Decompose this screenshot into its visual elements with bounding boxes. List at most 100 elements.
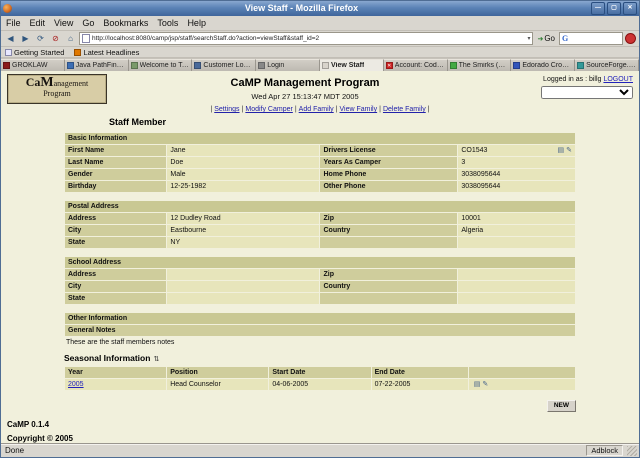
sheet-icon[interactable]: ▤ bbox=[474, 381, 481, 388]
seasonal-table: Year Position Start Date End Date 2005 Head C… bbox=[64, 366, 576, 391]
logo-text-suffix: anagement bbox=[53, 79, 89, 88]
tab-edorado-crossroa[interactable]: Edorado Crossroa... bbox=[511, 59, 576, 71]
search-bar[interactable]: G bbox=[559, 32, 623, 45]
close-button[interactable]: ✕ bbox=[623, 2, 637, 15]
adblock-icon[interactable] bbox=[625, 33, 636, 44]
search-input[interactable] bbox=[570, 33, 620, 44]
table-row: Other Information bbox=[65, 313, 575, 324]
field-label: Home Phone bbox=[320, 169, 458, 180]
menu-help[interactable]: Help bbox=[187, 18, 206, 28]
tab-the-smirks-framew[interactable]: The Smirks (Framew... bbox=[447, 59, 512, 71]
staff-member-heading: Staff Member bbox=[109, 117, 167, 127]
tab-login[interactable]: Login bbox=[256, 59, 320, 71]
stop-button[interactable]: ⊘ bbox=[49, 33, 62, 45]
menu-bar: File Edit View Go Bookmarks Tools Help bbox=[1, 16, 639, 31]
quick-nav-select[interactable] bbox=[541, 86, 633, 99]
tab-java-pathfinder[interactable]: Java PathFinder bbox=[64, 59, 129, 71]
field-label: First Name bbox=[65, 145, 167, 156]
new-season-button[interactable]: NEW bbox=[546, 400, 576, 412]
nav-link-modify-camper[interactable]: Modify Camper bbox=[245, 106, 292, 113]
logout-link[interactable]: LOGOUT bbox=[603, 76, 633, 83]
go-button[interactable]: ➜ Go bbox=[535, 34, 557, 43]
tab-label: Account: CodeCon... bbox=[394, 62, 445, 69]
bookmark-getting-started[interactable]: Getting Started bbox=[5, 48, 64, 57]
menu-go[interactable]: Go bbox=[82, 18, 94, 28]
live-bookmark-icon bbox=[74, 48, 82, 56]
field-label: Years As Camper bbox=[320, 157, 458, 168]
title-bar[interactable]: View Staff - Mozilla Firefox — ▢ ✕ bbox=[1, 1, 639, 16]
logo-text-prefix: Ca bbox=[25, 75, 41, 89]
field-label: Address bbox=[65, 269, 167, 280]
section-header-row: Basic Information bbox=[65, 133, 575, 144]
sort-icon[interactable]: ⇅ bbox=[153, 356, 159, 363]
tab-welcome-to-testt[interactable]: Welcome to TestT... bbox=[128, 59, 193, 71]
adblock-status[interactable]: Adblock bbox=[586, 445, 623, 456]
field-value: Male bbox=[167, 169, 320, 180]
nav-link-view-family[interactable]: View Family bbox=[340, 106, 378, 113]
edit-icon[interactable]: ✎ bbox=[482, 381, 488, 388]
forward-button[interactable]: ▶ bbox=[19, 33, 32, 45]
bookmark-icon bbox=[5, 48, 12, 56]
tab-account-codecon[interactable]: ✕Account: CodeCon... bbox=[383, 59, 448, 71]
tab-label: SourceForge.net v... bbox=[586, 62, 636, 69]
field-label: Drivers License bbox=[320, 145, 458, 156]
field-label: City bbox=[65, 225, 167, 236]
field-value: Algeria bbox=[458, 225, 575, 236]
menu-tools[interactable]: Tools bbox=[157, 18, 178, 28]
field-value bbox=[458, 269, 575, 280]
tab-view-staff[interactable]: View Staff bbox=[319, 59, 384, 71]
bookmark-label: Latest Headlines bbox=[83, 47, 140, 57]
field-label: City bbox=[65, 281, 167, 292]
page-header: CaManagement Program CaMP Management Pro… bbox=[1, 71, 639, 104]
tab-customer-login-r[interactable]: Customer Login: R... bbox=[192, 59, 257, 71]
home-button[interactable]: ⌂ bbox=[64, 33, 77, 45]
nav-separator: | bbox=[379, 106, 381, 113]
season-actions-cell: ▤ ✎ bbox=[468, 379, 575, 390]
seasonal-heading-row: Seasonal Information ⇅ bbox=[64, 353, 576, 363]
field-value: Jane bbox=[167, 145, 320, 156]
header-center: CaMP Management Program Wed Apr 27 15:13… bbox=[107, 74, 503, 104]
tab-label: Edorado Crossroa... bbox=[522, 62, 572, 69]
season-year-link[interactable]: 2005 bbox=[68, 381, 84, 388]
field-label: Address bbox=[65, 213, 167, 224]
maximize-button[interactable]: ▢ bbox=[607, 2, 621, 15]
edit-icon[interactable]: ✎ bbox=[566, 147, 572, 154]
tab-label: View Staff bbox=[330, 62, 365, 69]
nav-link-settings[interactable]: Settings bbox=[214, 106, 239, 113]
url-dropdown-icon[interactable]: ▾ bbox=[527, 35, 530, 42]
table-row: State NY bbox=[65, 237, 575, 248]
seasonal-header-row: Year Position Start Date End Date bbox=[65, 367, 575, 378]
nav-separator: | bbox=[294, 106, 297, 113]
tab-sourceforge-net-v[interactable]: SourceForge.net v... bbox=[575, 59, 639, 71]
bookmarks-bar: Getting Started Latest Headlines bbox=[1, 47, 639, 58]
bookmark-latest-headlines[interactable]: Latest Headlines bbox=[74, 48, 139, 57]
section-title: School Address bbox=[65, 257, 575, 268]
general-notes-text: These are the staff members notes bbox=[66, 339, 175, 346]
url-bar[interactable]: http://localhost:8080/camp/jsp/staff/sea… bbox=[79, 32, 534, 45]
resize-grip[interactable] bbox=[627, 445, 637, 456]
page-icon bbox=[82, 34, 90, 43]
new-button-row: NEW bbox=[64, 394, 576, 412]
tab-favicon bbox=[321, 62, 329, 69]
logo-text-big: M bbox=[40, 75, 54, 90]
nav-link-add-family[interactable]: Add Family bbox=[299, 106, 334, 113]
back-button[interactable]: ◀ bbox=[4, 33, 17, 45]
sheet-icon[interactable]: ▤ bbox=[558, 147, 565, 154]
minimize-button[interactable]: — bbox=[591, 2, 605, 15]
tab-groklaw[interactable]: GROKLAW bbox=[1, 59, 65, 71]
table-row: Last Name Doe Years As Camper 3 bbox=[65, 157, 575, 168]
menu-bookmarks[interactable]: Bookmarks bbox=[103, 18, 148, 28]
other-info-table: Other Information General Notes bbox=[64, 312, 576, 337]
reload-button[interactable]: ⟳ bbox=[34, 33, 47, 45]
table-row: City Eastbourne Country Algeria bbox=[65, 225, 575, 236]
page-nav-links: | Settings | Modify Camper | Add Family | View … bbox=[1, 106, 639, 113]
menu-edit[interactable]: Edit bbox=[30, 18, 46, 28]
menu-view[interactable]: View bbox=[54, 18, 73, 28]
nav-link-delete-family[interactable]: Delete Family bbox=[383, 106, 426, 113]
menu-file[interactable]: File bbox=[6, 18, 21, 28]
tab-favicon bbox=[449, 62, 457, 69]
section-title: Postal Address bbox=[65, 201, 575, 212]
google-icon: G bbox=[562, 34, 569, 43]
postal-address-table: Postal Address Address 12 Dudley Road Zip 10… bbox=[64, 200, 576, 249]
tab-favicon bbox=[513, 62, 521, 69]
